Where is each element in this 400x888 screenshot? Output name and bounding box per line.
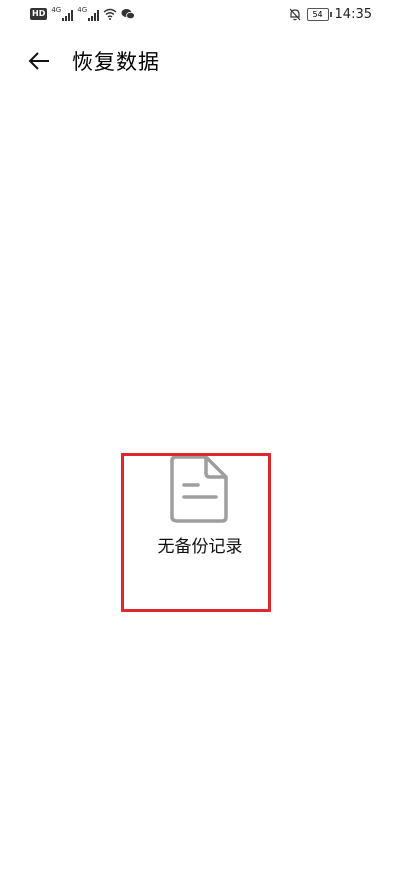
signal-1-icon: 4G xyxy=(51,6,74,21)
wifi-icon xyxy=(103,8,117,20)
page-title: 恢复数据 xyxy=(72,50,160,74)
signal-2-icon: 4G xyxy=(77,6,100,21)
arrow-left-icon xyxy=(28,52,49,70)
hd-badge: HD xyxy=(30,8,48,20)
status-right-icons: 54 14:35 xyxy=(289,5,372,23)
back-button[interactable] xyxy=(22,44,56,78)
status-time: 14:35 xyxy=(334,6,372,22)
status-bar: HD 4G 4G 54 14:35 xyxy=(0,0,400,28)
network-tag-2: 4G xyxy=(77,6,88,14)
battery-icon: 54 xyxy=(306,7,332,21)
app-bar: 恢复数据 xyxy=(0,40,400,80)
highlight-box xyxy=(121,453,271,612)
wechat-icon xyxy=(121,9,136,20)
status-left-icons: HD 4G 4G xyxy=(30,6,136,22)
bell-off-icon xyxy=(289,8,300,20)
network-tag-1: 4G xyxy=(51,6,62,14)
